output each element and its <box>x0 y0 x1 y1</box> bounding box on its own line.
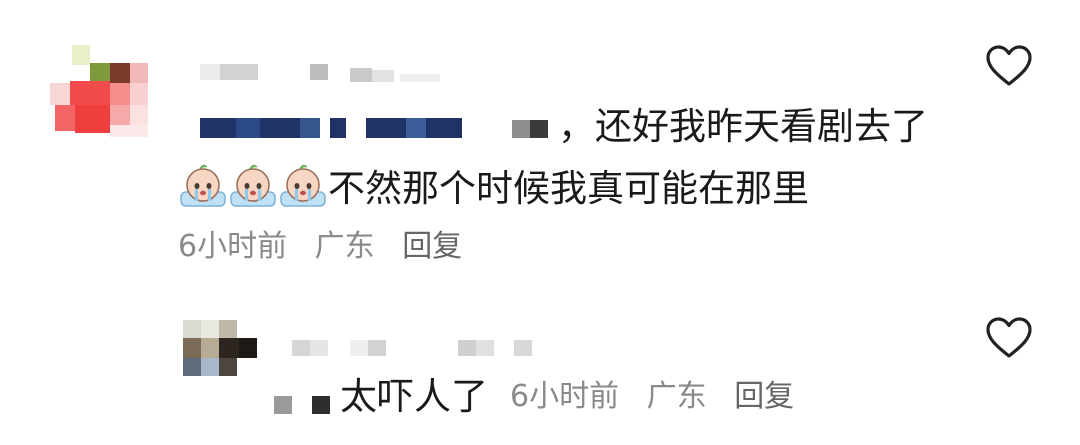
mention-mosaic[interactable] <box>200 110 570 140</box>
avatar[interactable] <box>183 320 257 376</box>
crying-face-emoji <box>230 164 276 207</box>
username-mosaic[interactable] <box>292 338 542 358</box>
crying-face-emoji <box>280 164 326 207</box>
comment-location: 广东 <box>646 379 707 414</box>
avatar[interactable] <box>50 45 150 137</box>
comment-time: 6小时前 <box>178 229 288 264</box>
username-mosaic[interactable] <box>200 62 450 82</box>
comment-text: 太吓人了 <box>340 375 488 418</box>
heart-icon[interactable] <box>985 44 1033 88</box>
comment-meta: 6小时前 广东 回复 <box>510 382 812 412</box>
comment-meta: 6小时前 广东 回复 <box>178 232 480 262</box>
reply-button[interactable]: 回复 <box>734 379 794 414</box>
mention-mosaic[interactable] <box>274 392 334 414</box>
comment-location: 广东 <box>314 229 375 264</box>
comment-text-line2: 不然那个时候我真可能在那里 <box>328 167 809 210</box>
comment-time: 6小时前 <box>510 379 620 414</box>
heart-icon[interactable] <box>985 316 1033 360</box>
emoji-row <box>178 160 328 212</box>
crying-face-emoji <box>180 164 226 207</box>
comment-text-line1: ，还好我昨天看剧去了 <box>558 105 928 148</box>
reply-button[interactable]: 回复 <box>402 229 462 264</box>
